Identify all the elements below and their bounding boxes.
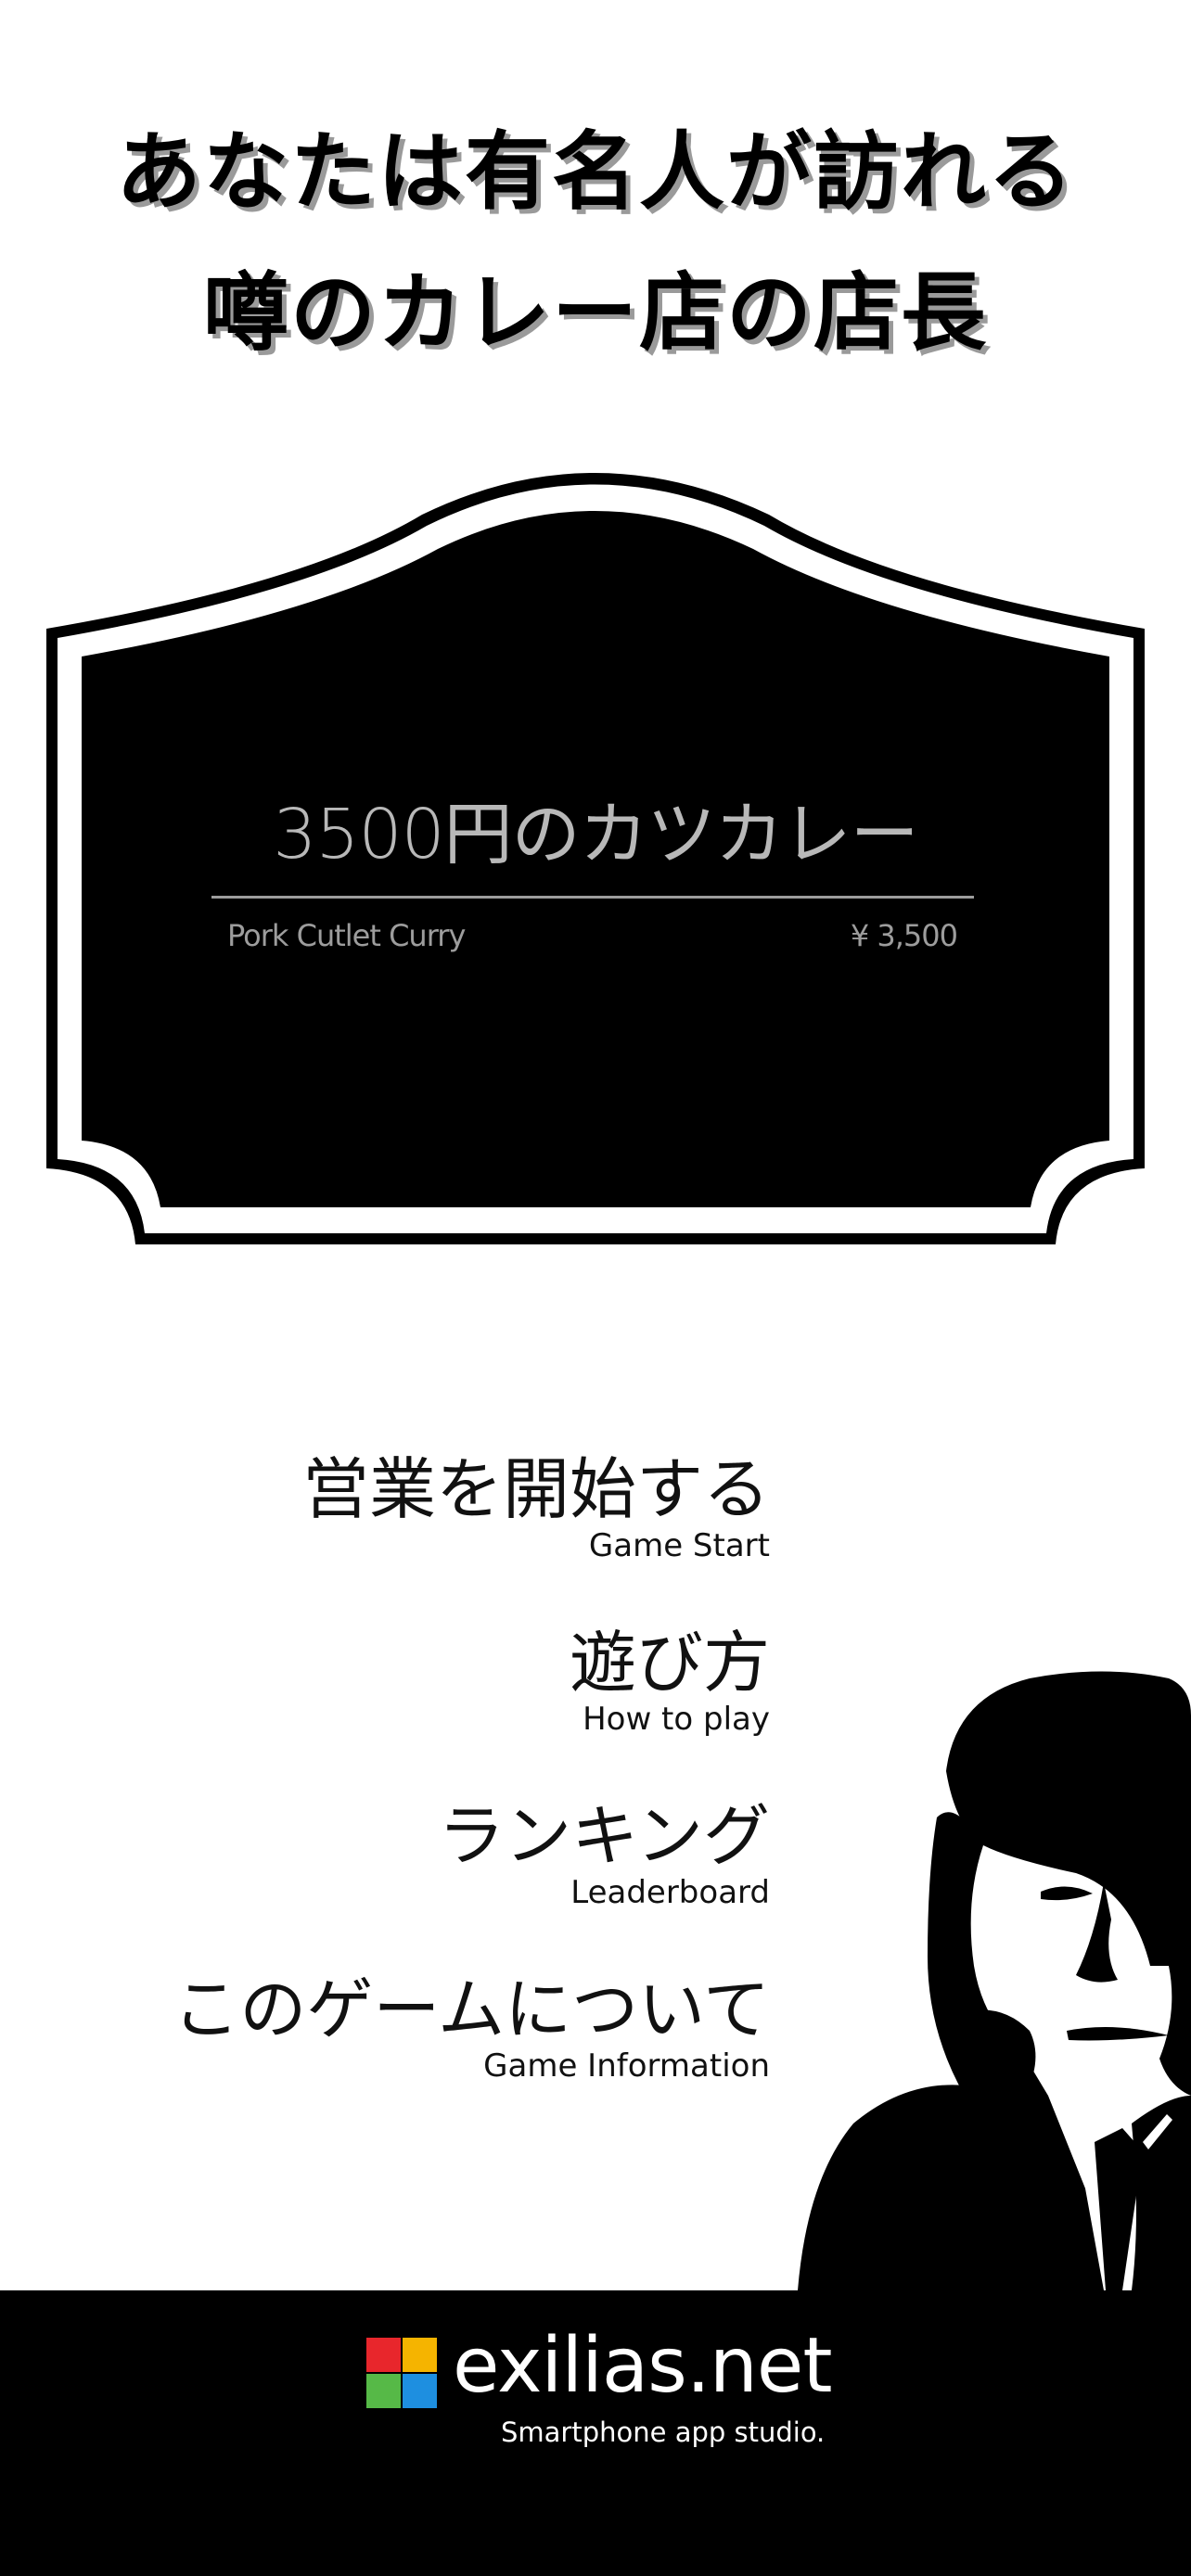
exilias-logo-icon: [366, 2338, 437, 2408]
headline: あなたは有名人が訪れる 噂のカレー店の店長: [0, 102, 1191, 384]
game-start-label-jp: 営業を開始する: [301, 1450, 770, 1528]
leaderboard-button[interactable]: ランキング Leaderboard: [173, 1798, 770, 1971]
sign-item-price: ¥ 3,500: [850, 918, 958, 953]
how-to-play-label-en: How to play: [583, 1701, 770, 1738]
sign-item-name-en: Pork Cutlet Curry: [227, 918, 466, 953]
game-information-button[interactable]: このゲームについて Game Information: [173, 1971, 770, 2145]
game-start-button[interactable]: 営業を開始する Game Start: [173, 1451, 770, 1625]
logo-square-green: [366, 2374, 401, 2408]
headline-line-1: あなたは有名人が訪れる: [115, 122, 1075, 222]
brand-name: exilias.net: [453, 2322, 832, 2410]
game-information-label-jp: このゲームについて: [173, 1970, 770, 2048]
main-menu: 営業を開始する Game Start 遊び方 How to play ランキング…: [173, 1451, 770, 2145]
how-to-play-button[interactable]: 遊び方 How to play: [173, 1625, 770, 1798]
game-start-label-en: Game Start: [588, 1527, 770, 1564]
logo-square-yellow: [403, 2338, 437, 2372]
game-information-label-en: Game Information: [483, 2047, 770, 2085]
headline-line-2: 噂のカレー店の店長: [202, 263, 988, 363]
menu-board-sign: 3500円のカツカレー Pork Cutlet Curry ¥ 3,500: [0, 436, 1191, 1252]
leaderboard-label-en: Leaderboard: [570, 1874, 770, 1911]
logo-square-red: [366, 2338, 401, 2372]
sign-divider: [211, 896, 974, 899]
footer: exilias.net Smartphone app studio.: [0, 2290, 1191, 2576]
logo-square-blue: [403, 2374, 437, 2408]
sign-title: 3500円のカツカレー: [273, 795, 918, 874]
how-to-play-label-jp: 遊び方: [569, 1624, 770, 1702]
leaderboard-label-jp: ランキング: [438, 1797, 770, 1875]
man-silhouette-illustration: [798, 1660, 1191, 2290]
brand-tagline: Smartphone app studio.: [501, 2417, 826, 2448]
